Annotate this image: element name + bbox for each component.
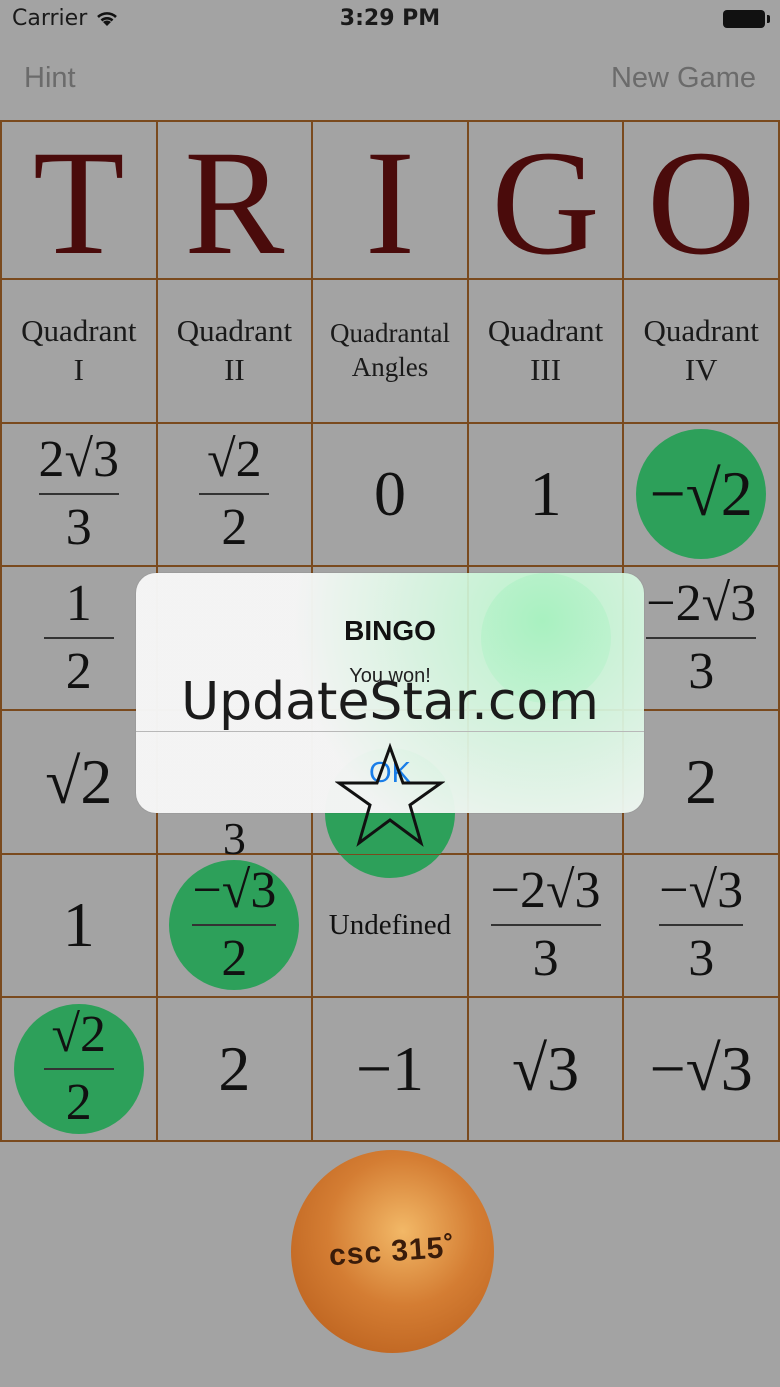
letter-cell: T: [1, 121, 157, 279]
new-game-button[interactable]: New Game: [611, 62, 756, 95]
cell-value: 0: [373, 458, 406, 530]
letter-cell: O: [623, 121, 779, 279]
cell-value: −1: [355, 1033, 425, 1105]
denominator: 3: [532, 930, 559, 988]
board-cell[interactable]: 0: [312, 422, 468, 567]
board-cell[interactable]: 2: [156, 997, 313, 1141]
status-bar: Carrier 3:29 PM: [0, 0, 780, 40]
letter-cell: G: [467, 120, 624, 286]
fraction: √2 2: [199, 430, 270, 557]
cell-value: 2: [685, 745, 718, 817]
cell-value: 1: [529, 458, 562, 530]
numerator: −2√3: [490, 861, 601, 919]
quadrant-label: Quadrant III: [487, 313, 604, 387]
header-letter: R: [184, 120, 285, 286]
numerator: −√3: [192, 861, 277, 919]
board-cell[interactable]: 1: [467, 422, 624, 567]
quadrant-label: Quadrant I: [21, 313, 137, 387]
fraction: −2√3 3: [490, 861, 601, 988]
board-cell-marked[interactable]: −√3 2: [156, 853, 313, 998]
board-cell[interactable]: −2√3 3: [467, 853, 624, 998]
header-letter: G: [491, 120, 600, 286]
board-cell[interactable]: 2: [623, 710, 779, 854]
numerator: 2√3: [38, 430, 120, 488]
numerator: 1: [65, 574, 92, 632]
clock: 3:29 PM: [339, 6, 441, 31]
header-letter: I: [365, 120, 415, 286]
board-cell[interactable]: −1: [312, 997, 468, 1141]
cell-value: √3: [512, 1033, 580, 1105]
battery-icon: [723, 10, 770, 28]
quadrant-header: Quadrant IV: [623, 279, 779, 423]
quadrant-label: Quadrantal Angles: [330, 318, 450, 382]
board-cell[interactable]: √2: [1, 710, 157, 854]
quadrant-header: Quadrant III: [467, 279, 624, 423]
cell-value: 3: [222, 812, 246, 864]
denominator: 2: [221, 499, 248, 557]
board-cell[interactable]: 1: [1, 853, 157, 998]
header-letter: T: [32, 120, 125, 286]
board-cell[interactable]: −√3 3: [623, 853, 779, 998]
numerator: √2: [207, 430, 262, 488]
fraction: −2√3 3: [646, 574, 757, 701]
cell-value: 2: [218, 1033, 251, 1105]
board-cell[interactable]: 2√3 3: [1, 422, 157, 567]
numerator: −2√3: [646, 574, 757, 632]
quadrant-label: Quadrant II: [176, 313, 293, 387]
quadrant-label: Quadrant IV: [643, 313, 759, 387]
fraction: 2√3 3: [38, 430, 120, 557]
board-cell[interactable]: −√3: [623, 997, 779, 1141]
fraction: −√3 3: [659, 861, 744, 988]
board-cell[interactable]: √2 2: [156, 422, 313, 567]
board-cell[interactable]: 12: [1, 566, 157, 710]
fraction: 12: [43, 574, 114, 701]
dialog-message: You won!: [349, 665, 431, 687]
ball-label: csc 315˚: [328, 1230, 457, 1272]
letter-cell: R: [156, 120, 313, 286]
numerator: √2: [51, 1005, 107, 1063]
denominator: 2: [221, 930, 248, 988]
board-cell-marked[interactable]: √2 2: [1, 997, 157, 1141]
numerator: −√3: [659, 861, 744, 919]
hint-button[interactable]: Hint: [24, 62, 76, 95]
quadrant-header: Quadrant II: [156, 279, 313, 423]
dialog-divider: [136, 731, 644, 732]
cell-value: 1: [62, 889, 95, 961]
cell-value: Undefined: [328, 908, 452, 941]
quadrant-header: Quadrant I: [1, 279, 157, 423]
called-ball[interactable]: csc 315˚: [291, 1150, 494, 1353]
quadrant-header: Quadrantal Angles: [312, 279, 468, 423]
fraction: −√3 2: [192, 861, 277, 988]
cell-value: √2: [45, 745, 113, 817]
denominator: 2: [65, 643, 92, 701]
cell-value: −√2: [649, 458, 753, 530]
star-icon: [334, 742, 445, 847]
denominator: 3: [688, 930, 715, 988]
denominator: 3: [65, 499, 92, 557]
dialog-title: BINGO: [344, 615, 436, 646]
header-letter: O: [647, 120, 756, 286]
board-cell[interactable]: −2√3 3: [623, 566, 779, 710]
denominator: 3: [688, 643, 715, 701]
board-cell-marked[interactable]: −√2: [623, 422, 779, 567]
cell-value: −√3: [649, 1033, 753, 1105]
denominator: 2: [65, 1074, 92, 1132]
fraction: √2 2: [43, 1005, 114, 1132]
board-cell[interactable]: Undefined: [312, 853, 468, 998]
letter-cell: I: [312, 121, 468, 279]
board-cell[interactable]: √3: [467, 997, 624, 1141]
